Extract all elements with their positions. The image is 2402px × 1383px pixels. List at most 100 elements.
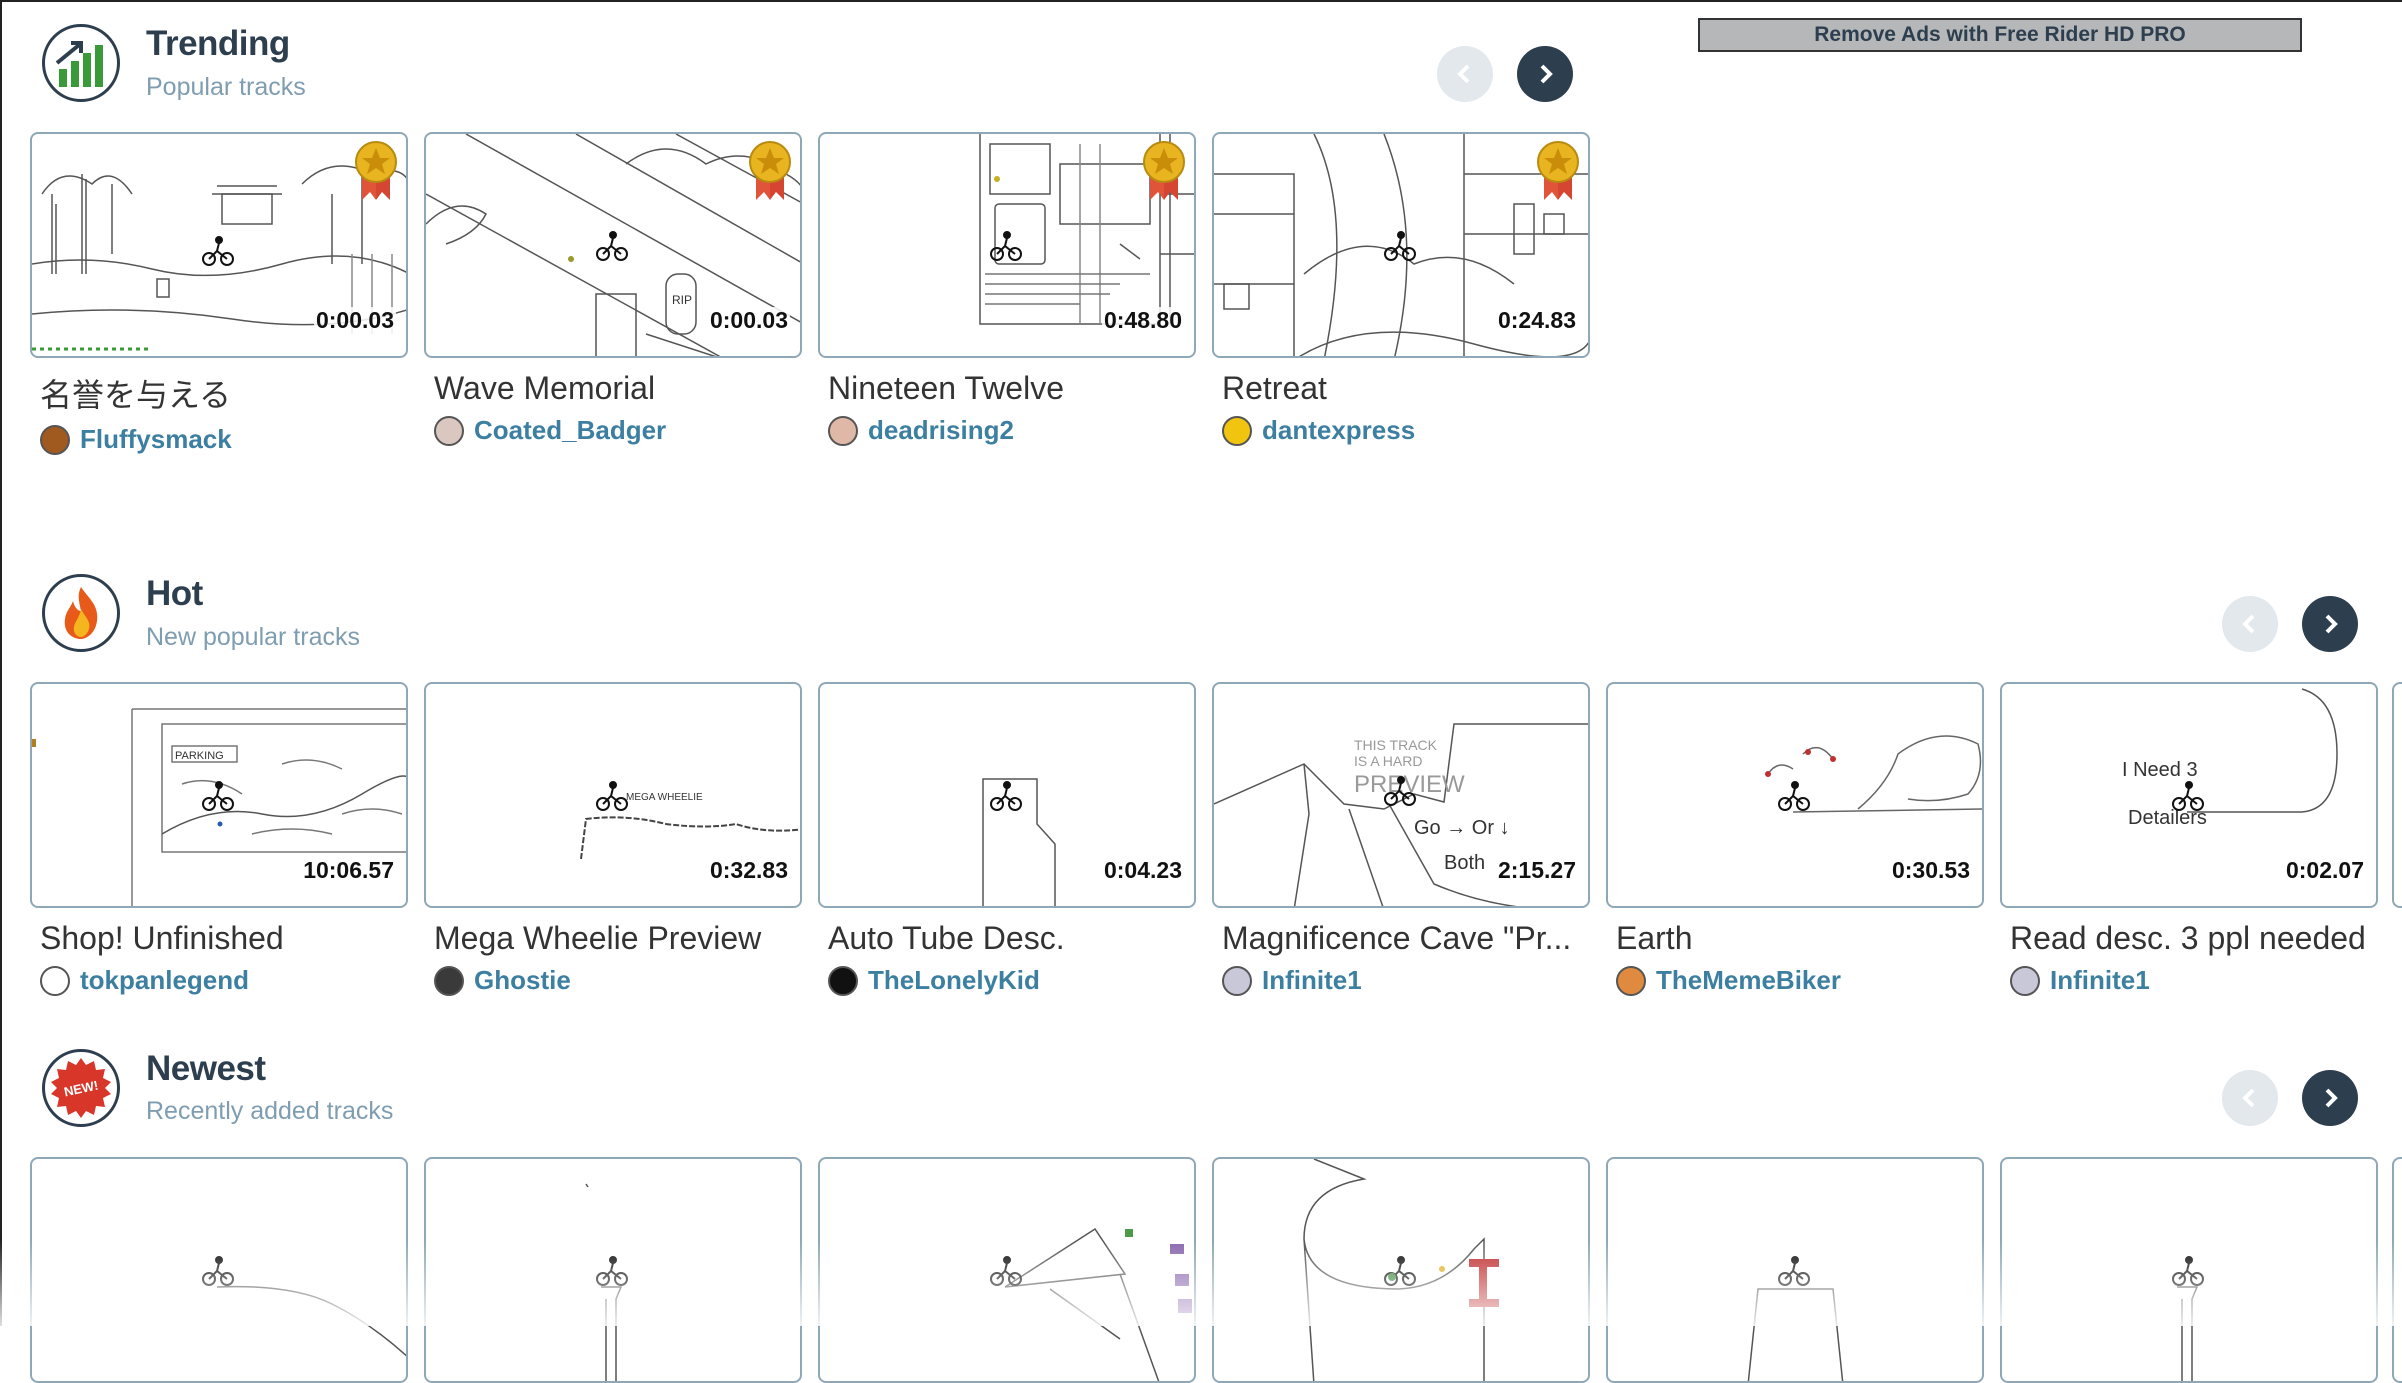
track-card[interactable]: [1212, 1157, 1590, 1383]
track-card[interactable]: 0:24.83 Retreat dantexpress: [1212, 132, 1590, 446]
author-name[interactable]: Coated_Badger: [474, 415, 666, 446]
track-card[interactable]: THIS TRACK IS A HARD PREVIEW Go → Or ↓ B…: [1212, 682, 1590, 996]
track-title[interactable]: Nineteen Twelve: [828, 370, 1196, 407]
chevron-right-icon: [1540, 64, 1553, 84]
svg-text:PARKING: PARKING: [175, 750, 224, 762]
featured-ribbon-icon: [1537, 141, 1579, 200]
track-card[interactable]: 0:48.80 Nineteen Twelve deadrising2: [818, 132, 1196, 446]
track-thumbnail[interactable]: 0:00.03: [30, 132, 408, 358]
new-badge-icon: NEW!: [42, 1049, 120, 1127]
track-title[interactable]: 名誉を与える: [40, 370, 408, 416]
track-card[interactable]: [1606, 1157, 1984, 1383]
track-thumbnail[interactable]: THIS TRACK IS A HARD PREVIEW Go → Or ↓ B…: [1212, 682, 1590, 908]
track-author[interactable]: Fluffysmack: [40, 424, 408, 455]
track-card[interactable]: 0:30.53 Earth TheMemeBiker: [1606, 682, 1984, 996]
track-thumbnail[interactable]: [424, 1157, 802, 1383]
author-name[interactable]: TheMemeBiker: [1656, 965, 1841, 996]
svg-text:MEGA WHEELIE: MEGA WHEELIE: [626, 792, 703, 803]
best-time: 0:32.83: [707, 857, 790, 884]
track-author[interactable]: TheLonelyKid: [828, 965, 1196, 996]
best-time: 10:06.57: [301, 857, 396, 884]
track-card[interactable]: PARKING 10:06.57 Shop! Unfinished tokpan…: [30, 682, 408, 996]
carousel-prev-button[interactable]: [2222, 1070, 2278, 1126]
author-name[interactable]: Ghostie: [474, 965, 571, 996]
svg-text:I Need 3: I Need 3: [2122, 759, 2198, 781]
track-card[interactable]: 0:04.23 Auto Tube Desc. TheLonelyKid: [818, 682, 1196, 996]
track-thumbnail[interactable]: 0:48.80: [818, 132, 1196, 358]
track-card[interactable]: MEGA WHEELIE 0:32.83 Mega Wheelie Previe…: [424, 682, 802, 996]
best-time: 0:30.53: [1889, 857, 1972, 884]
track-card[interactable]: [818, 1157, 1196, 1383]
track-thumbnail[interactable]: RIP 0:00.03: [424, 132, 802, 358]
svg-text:IS A HARD: IS A HARD: [1354, 753, 1422, 769]
track-card[interactable]: [30, 1157, 408, 1383]
section-title: Hot: [146, 574, 203, 613]
track-thumbnail[interactable]: [818, 1157, 1196, 1383]
avatar: [828, 415, 858, 446]
svg-text:Both: Both: [1444, 852, 1485, 874]
section-subtitle: Recently added tracks: [146, 1097, 394, 1125]
track-card[interactable]: I Need 3 Detailers 0:02.07 Read desc. 3 …: [2000, 682, 2378, 996]
author-name[interactable]: tokpanlegend: [80, 965, 249, 996]
chevron-right-icon: [2325, 1088, 2338, 1108]
track-card[interactable]: 0:00.03 名誉を与える Fluffysmack: [30, 132, 408, 455]
best-time: 0:48.80: [1101, 307, 1184, 334]
track-title[interactable]: Mega Wheelie Preview: [434, 920, 802, 957]
track-thumbnail[interactable]: MEGA WHEELIE 0:32.83: [424, 682, 802, 908]
track-title[interactable]: Shop! Unfinished: [40, 920, 408, 957]
track-author[interactable]: deadrising2: [828, 415, 1196, 446]
track-title[interactable]: Retreat: [1222, 370, 1590, 407]
track-title[interactable]: Auto Tube Desc.: [828, 920, 1196, 957]
track-thumbnail[interactable]: [30, 1157, 408, 1383]
carousel-next-button[interactable]: [2302, 596, 2358, 652]
track-thumbnail[interactable]: [1212, 1157, 1590, 1383]
track-author[interactable]: Coated_Badger: [434, 415, 802, 446]
track-thumbnail[interactable]: [1606, 1157, 1984, 1383]
section-subtitle: Popular tracks: [146, 73, 306, 101]
avatar: [1222, 415, 1252, 446]
track-thumbnail[interactable]: 0:24.83: [1212, 132, 1590, 358]
carousel-next-button[interactable]: [2302, 1070, 2358, 1126]
carousel-prev-button[interactable]: [1437, 46, 1493, 102]
best-time: 0:24.83: [1495, 307, 1578, 334]
track-author[interactable]: Ghostie: [434, 965, 802, 996]
track-title[interactable]: Earth: [1616, 920, 1984, 957]
track-title[interactable]: Wave Memorial: [434, 370, 802, 407]
remove-ads-pro-button[interactable]: Remove Ads with Free Rider HD PRO: [1698, 18, 2302, 52]
carousel-prev-button[interactable]: [2222, 596, 2278, 652]
track-title[interactable]: Magnificence Cave "Pr...: [1222, 920, 1590, 957]
avatar: [40, 424, 70, 455]
track-title[interactable]: Read desc. 3 ppl needed: [2010, 920, 2378, 957]
chevron-left-icon: [2242, 614, 2255, 634]
section-title: Trending: [146, 24, 290, 63]
track-card[interactable]: RIP 0:00.03 Wave Memorial Coated_Badger: [424, 132, 802, 446]
track-card-partial[interactable]: [2392, 682, 2402, 908]
track-thumbnail[interactable]: 0:04.23: [818, 682, 1196, 908]
author-name[interactable]: TheLonelyKid: [868, 965, 1040, 996]
featured-ribbon-icon: [355, 141, 397, 200]
track-thumbnail[interactable]: 0:30.53: [1606, 682, 1984, 908]
author-name[interactable]: deadrising2: [868, 415, 1014, 446]
featured-ribbon-icon: [1143, 141, 1185, 200]
chevron-right-icon: [2325, 614, 2338, 634]
flame-icon: [42, 574, 120, 652]
author-name[interactable]: Fluffysmack: [80, 424, 232, 455]
track-thumbnail[interactable]: [2000, 1157, 2378, 1383]
track-card[interactable]: [2000, 1157, 2378, 1383]
track-author[interactable]: TheMemeBiker: [1616, 965, 1984, 996]
track-thumbnail[interactable]: I Need 3 Detailers 0:02.07: [2000, 682, 2378, 908]
author-name[interactable]: Infinite1: [2050, 965, 2150, 996]
avatar: [434, 415, 464, 446]
author-name[interactable]: dantexpress: [1262, 415, 1415, 446]
author-name[interactable]: Infinite1: [1262, 965, 1362, 996]
section-subtitle: New popular tracks: [146, 623, 360, 651]
track-card-partial[interactable]: [2392, 1157, 2402, 1383]
track-author[interactable]: Infinite1: [2010, 965, 2378, 996]
track-author[interactable]: Infinite1: [1222, 965, 1590, 996]
best-time: 0:02.07: [2283, 857, 2366, 884]
track-thumbnail[interactable]: PARKING 10:06.57: [30, 682, 408, 908]
carousel-next-button[interactable]: [1517, 46, 1573, 102]
track-card[interactable]: [424, 1157, 802, 1383]
track-author[interactable]: dantexpress: [1222, 415, 1590, 446]
track-author[interactable]: tokpanlegend: [40, 965, 408, 996]
